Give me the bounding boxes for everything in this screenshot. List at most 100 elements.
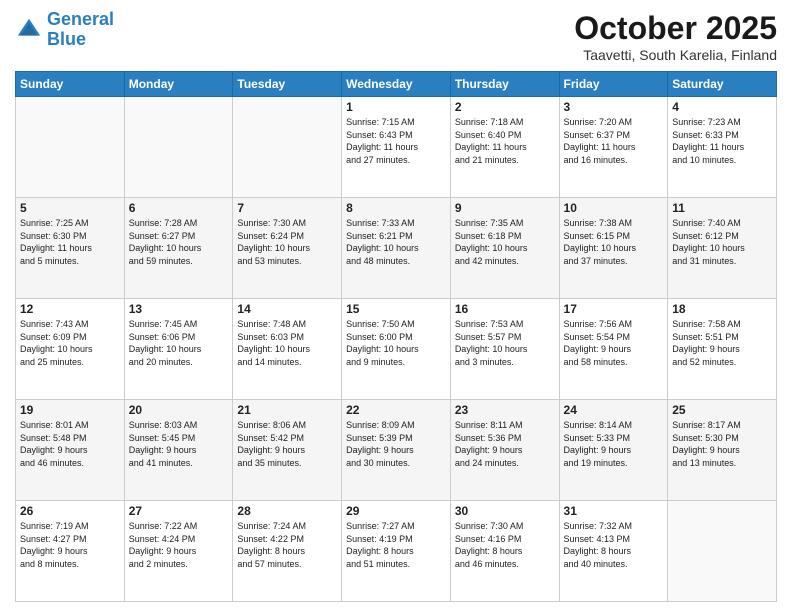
- day-info: Sunrise: 7:40 AM Sunset: 6:12 PM Dayligh…: [672, 217, 772, 267]
- calendar-cell: 31Sunrise: 7:32 AM Sunset: 4:13 PM Dayli…: [559, 501, 668, 602]
- calendar-cell: 5 Sunrise: 7:25 AM Sunset: 6:30 PM Daylig…: [16, 198, 125, 299]
- day-header-saturday: Saturday: [668, 72, 777, 97]
- calendar-cell: 16 Sunrise: 7:53 AM Sunset: 5:57 PM Dayli…: [450, 299, 559, 400]
- day-number: 12: [20, 302, 120, 316]
- logo-icon: [15, 16, 43, 44]
- day-number: 28: [237, 504, 337, 518]
- calendar-cell: 27 Sunrise: 7:22 AM Sunset: 4:24 PM Dayli…: [124, 501, 233, 602]
- calendar-cell: 4 Sunrise: 7:23 AM Sunset: 6:33 PM Daylig…: [668, 97, 777, 198]
- day-info: Sunrise: 7:53 AM Sunset: 5:57 PM Dayligh…: [455, 318, 555, 368]
- day-number: 30: [455, 504, 555, 518]
- day-header-sunday: Sunday: [16, 72, 125, 97]
- day-number: 1: [346, 100, 446, 114]
- day-info: Sunrise: 7:56 AM Sunset: 5:54 PM Dayligh…: [564, 318, 664, 368]
- day-info: Sunrise: 7:22 AM Sunset: 4:24 PM Dayligh…: [129, 520, 229, 570]
- calendar-cell: 6Sunrise: 7:28 AM Sunset: 6:27 PM Daylig…: [124, 198, 233, 299]
- calendar-cell: 25 Sunrise: 8:17 AM Sunset: 5:30 PM Dayli…: [668, 400, 777, 501]
- header: General Blue October 2025 Taavetti, Sout…: [15, 10, 777, 63]
- location: Taavetti, South Karelia, Finland: [574, 47, 777, 63]
- day-number: 6: [129, 201, 229, 215]
- calendar-cell: 19Sunrise: 8:01 AM Sunset: 5:48 PM Dayli…: [16, 400, 125, 501]
- logo-line1: General: [47, 9, 114, 29]
- day-info: Sunrise: 7:23 AM Sunset: 6:33 PM Dayligh…: [672, 116, 772, 166]
- month-title: October 2025: [574, 10, 777, 47]
- calendar-cell: 3 Sunrise: 7:20 AM Sunset: 6:37 PM Daylig…: [559, 97, 668, 198]
- day-number: 27: [129, 504, 229, 518]
- page: General Blue October 2025 Taavetti, Sout…: [0, 0, 792, 612]
- day-info: Sunrise: 8:01 AM Sunset: 5:48 PM Dayligh…: [20, 419, 120, 469]
- day-number: 17: [564, 302, 664, 316]
- day-info: Sunrise: 7:50 AM Sunset: 6:00 PM Dayligh…: [346, 318, 446, 368]
- day-info: Sunrise: 8:06 AM Sunset: 5:42 PM Dayligh…: [237, 419, 337, 469]
- day-number: 4: [672, 100, 772, 114]
- day-info: Sunrise: 7:30 AM Sunset: 6:24 PM Dayligh…: [237, 217, 337, 267]
- calendar-cell: 14Sunrise: 7:48 AM Sunset: 6:03 PM Dayli…: [233, 299, 342, 400]
- day-number: 11: [672, 201, 772, 215]
- day-number: 14: [237, 302, 337, 316]
- day-number: 10: [564, 201, 664, 215]
- day-info: Sunrise: 7:33 AM Sunset: 6:21 PM Dayligh…: [346, 217, 446, 267]
- calendar-cell: 18 Sunrise: 7:58 AM Sunset: 5:51 PM Dayli…: [668, 299, 777, 400]
- day-number: 22: [346, 403, 446, 417]
- week-row-0: 1Sunrise: 7:15 AM Sunset: 6:43 PM Daylig…: [16, 97, 777, 198]
- day-number: 26: [20, 504, 120, 518]
- day-number: 21: [237, 403, 337, 417]
- day-info: Sunrise: 7:32 AM Sunset: 4:13 PM Dayligh…: [564, 520, 664, 570]
- day-number: 20: [129, 403, 229, 417]
- day-info: Sunrise: 7:38 AM Sunset: 6:15 PM Dayligh…: [564, 217, 664, 267]
- calendar-cell: 21 Sunrise: 8:06 AM Sunset: 5:42 PM Dayli…: [233, 400, 342, 501]
- day-info: Sunrise: 7:25 AM Sunset: 6:30 PM Dayligh…: [20, 217, 120, 267]
- calendar-cell: 1Sunrise: 7:15 AM Sunset: 6:43 PM Daylig…: [342, 97, 451, 198]
- day-info: Sunrise: 7:27 AM Sunset: 4:19 PM Dayligh…: [346, 520, 446, 570]
- logo-line2: Blue: [47, 29, 86, 49]
- title-block: October 2025 Taavetti, South Karelia, Fi…: [574, 10, 777, 63]
- calendar-cell: 22 Sunrise: 8:09 AM Sunset: 5:39 PM Dayli…: [342, 400, 451, 501]
- day-info: Sunrise: 7:30 AM Sunset: 4:16 PM Dayligh…: [455, 520, 555, 570]
- day-number: 2: [455, 100, 555, 114]
- day-number: 16: [455, 302, 555, 316]
- calendar-cell: 26 Sunrise: 7:19 AM Sunset: 4:27 PM Dayli…: [16, 501, 125, 602]
- day-number: 3: [564, 100, 664, 114]
- calendar-cell: [124, 97, 233, 198]
- day-number: 18: [672, 302, 772, 316]
- day-number: 23: [455, 403, 555, 417]
- day-number: 13: [129, 302, 229, 316]
- day-info: Sunrise: 7:43 AM Sunset: 6:09 PM Dayligh…: [20, 318, 120, 368]
- calendar-cell: 8Sunrise: 7:33 AM Sunset: 6:21 PM Daylig…: [342, 198, 451, 299]
- day-info: Sunrise: 8:14 AM Sunset: 5:33 PM Dayligh…: [564, 419, 664, 469]
- day-info: Sunrise: 7:19 AM Sunset: 4:27 PM Dayligh…: [20, 520, 120, 570]
- calendar-cell: 28 Sunrise: 7:24 AM Sunset: 4:22 PM Dayli…: [233, 501, 342, 602]
- calendar-cell: 7Sunrise: 7:30 AM Sunset: 6:24 PM Daylig…: [233, 198, 342, 299]
- calendar-cell: [16, 97, 125, 198]
- header-row: SundayMondayTuesdayWednesdayThursdayFrid…: [16, 72, 777, 97]
- week-row-4: 26 Sunrise: 7:19 AM Sunset: 4:27 PM Dayli…: [16, 501, 777, 602]
- logo-text: General Blue: [47, 10, 114, 50]
- week-row-2: 12 Sunrise: 7:43 AM Sunset: 6:09 PM Dayli…: [16, 299, 777, 400]
- calendar-cell: 23Sunrise: 8:11 AM Sunset: 5:36 PM Dayli…: [450, 400, 559, 501]
- calendar-cell: 13Sunrise: 7:45 AM Sunset: 6:06 PM Dayli…: [124, 299, 233, 400]
- day-header-thursday: Thursday: [450, 72, 559, 97]
- day-info: Sunrise: 8:09 AM Sunset: 5:39 PM Dayligh…: [346, 419, 446, 469]
- week-row-1: 5 Sunrise: 7:25 AM Sunset: 6:30 PM Daylig…: [16, 198, 777, 299]
- calendar-cell: 29 Sunrise: 7:27 AM Sunset: 4:19 PM Dayli…: [342, 501, 451, 602]
- calendar-cell: 11 Sunrise: 7:40 AM Sunset: 6:12 PM Dayli…: [668, 198, 777, 299]
- calendar-cell: 12 Sunrise: 7:43 AM Sunset: 6:09 PM Dayli…: [16, 299, 125, 400]
- calendar-cell: [668, 501, 777, 602]
- calendar-cell: [233, 97, 342, 198]
- calendar-cell: 24Sunrise: 8:14 AM Sunset: 5:33 PM Dayli…: [559, 400, 668, 501]
- day-number: 25: [672, 403, 772, 417]
- day-info: Sunrise: 7:24 AM Sunset: 4:22 PM Dayligh…: [237, 520, 337, 570]
- day-number: 29: [346, 504, 446, 518]
- day-number: 5: [20, 201, 120, 215]
- calendar-cell: 17 Sunrise: 7:56 AM Sunset: 5:54 PM Dayli…: [559, 299, 668, 400]
- calendar-cell: 2Sunrise: 7:18 AM Sunset: 6:40 PM Daylig…: [450, 97, 559, 198]
- calendar-cell: 30 Sunrise: 7:30 AM Sunset: 4:16 PM Dayli…: [450, 501, 559, 602]
- day-info: Sunrise: 7:58 AM Sunset: 5:51 PM Dayligh…: [672, 318, 772, 368]
- day-info: Sunrise: 7:20 AM Sunset: 6:37 PM Dayligh…: [564, 116, 664, 166]
- day-number: 15: [346, 302, 446, 316]
- day-info: Sunrise: 8:17 AM Sunset: 5:30 PM Dayligh…: [672, 419, 772, 469]
- day-number: 9: [455, 201, 555, 215]
- calendar-table: SundayMondayTuesdayWednesdayThursdayFrid…: [15, 71, 777, 602]
- day-header-friday: Friday: [559, 72, 668, 97]
- calendar-cell: 9Sunrise: 7:35 AM Sunset: 6:18 PM Daylig…: [450, 198, 559, 299]
